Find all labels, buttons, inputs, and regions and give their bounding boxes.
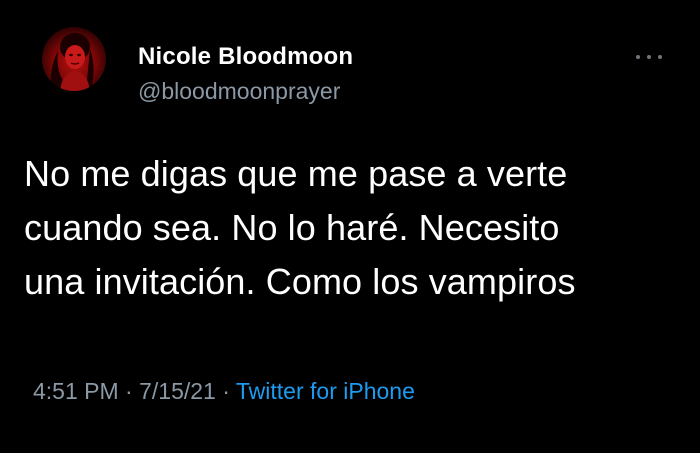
ellipsis-dot (647, 55, 651, 59)
tweet-card: Nicole Bloodmoon @bloodmoonprayer No me … (0, 0, 700, 453)
tweet-source-link[interactable]: Twitter for iPhone (236, 378, 415, 404)
meta-separator: · (222, 378, 230, 404)
meta-separator: · (125, 378, 133, 404)
tweet-text-line: una invitación. Como los vampiros (24, 261, 576, 302)
ellipsis-dot (636, 55, 640, 59)
more-options-button[interactable] (634, 48, 664, 66)
display-name[interactable]: Nicole Bloodmoon (138, 43, 353, 71)
avatar[interactable] (42, 27, 106, 91)
user-handle[interactable]: @bloodmoonprayer (138, 78, 340, 105)
tweet-text-line: No me digas que me pase a verte (24, 153, 568, 194)
tweet-metadata: 4:51 PM · 7/15/21 · Twitter for iPhone (33, 378, 415, 405)
tweet-text-line: cuando sea. No lo haré. Necesito (24, 207, 560, 248)
tweet-date[interactable]: 7/15/21 (139, 378, 216, 404)
tweet-text: No me digas que me pase a verte cuando s… (24, 147, 694, 309)
profile-photo-icon (50, 33, 96, 91)
tweet-time[interactable]: 4:51 PM (33, 378, 119, 404)
ellipsis-dot (658, 55, 662, 59)
